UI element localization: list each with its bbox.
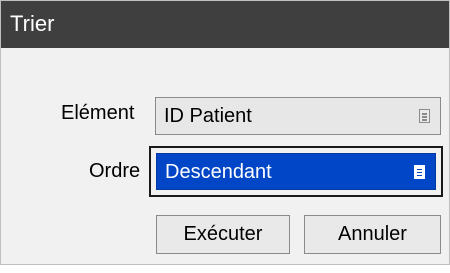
list-icon[interactable] <box>419 109 430 123</box>
order-select-value: Descendant <box>165 160 272 183</box>
order-label: Ordre <box>89 160 141 182</box>
dialog-titlebar: Trier <box>1 1 449 48</box>
order-select-focus-ring: Descendant <box>149 146 443 197</box>
order-select[interactable]: Descendant <box>156 153 436 190</box>
element-select[interactable]: ID Patient <box>155 97 441 135</box>
cancel-button[interactable]: Annuler <box>304 215 441 254</box>
execute-button[interactable]: Exécuter <box>156 215 290 254</box>
list-icon[interactable] <box>414 164 425 179</box>
element-label: Elément <box>61 102 135 124</box>
sort-dialog: Trier Elément ID Patient Ordre Descendan… <box>0 0 450 265</box>
element-select-value: ID Patient <box>164 105 252 127</box>
dialog-title: Trier <box>10 11 55 36</box>
